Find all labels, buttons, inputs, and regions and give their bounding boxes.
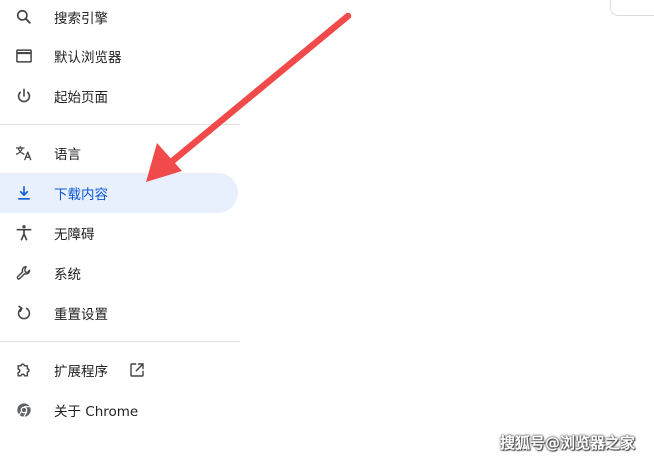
sidebar-item-system[interactable]: 系统: [0, 253, 238, 293]
sidebar-item-about-chrome[interactable]: 关于 Chrome: [0, 390, 238, 430]
chrome-logo-icon: [14, 400, 34, 420]
sidebar-item-label: 重置设置: [54, 307, 108, 323]
watermark-text: 搜狐号@浏览器之家: [500, 434, 636, 452]
accessibility-icon: [14, 223, 34, 243]
sidebar-item-label: 起始页面: [54, 90, 108, 106]
sidebar-item-reset-settings[interactable]: 重置设置: [0, 293, 238, 333]
sidebar-divider: [0, 124, 240, 125]
settings-sidebar: 搜索引擎 默认浏览器 起始页面 语言 下载内容 无障碍 系统 重置设置 扩展程序…: [0, 0, 240, 461]
reset-icon: [14, 303, 34, 323]
sidebar-item-label: 语言: [54, 147, 81, 163]
sidebar-item-label: 搜索引擎: [54, 11, 108, 27]
sidebar-item-search-engine[interactable]: 搜索引擎: [0, 0, 238, 37]
power-icon: [14, 86, 34, 106]
sidebar-item-label: 无障碍: [54, 227, 95, 243]
sidebar-divider: [0, 341, 240, 342]
sidebar-item-accessibility[interactable]: 无障碍: [0, 213, 238, 253]
sidebar-item-label: 系统: [54, 267, 81, 283]
sidebar-item-extensions[interactable]: 扩展程序: [0, 350, 238, 390]
sidebar-item-label: 扩展程序: [54, 364, 108, 380]
open-in-new-icon: [130, 363, 144, 377]
wrench-icon: [14, 263, 34, 283]
sidebar-item-languages[interactable]: 语言: [0, 133, 238, 173]
content-card-corner: [610, 0, 654, 16]
translate-icon: [14, 143, 34, 163]
extension-puzzle-icon: [14, 360, 34, 380]
sidebar-item-label: 下载内容: [54, 187, 108, 203]
sidebar-item-default-browser[interactable]: 默认浏览器: [0, 36, 238, 76]
sidebar-item-label: 关于 Chrome: [54, 404, 139, 420]
search-icon: [14, 7, 34, 27]
browser-window-icon: [14, 46, 34, 66]
sidebar-item-downloads[interactable]: 下载内容: [0, 173, 238, 213]
sidebar-item-label: 默认浏览器: [54, 50, 122, 66]
sidebar-item-on-startup[interactable]: 起始页面: [0, 76, 238, 116]
download-icon: [14, 183, 34, 203]
